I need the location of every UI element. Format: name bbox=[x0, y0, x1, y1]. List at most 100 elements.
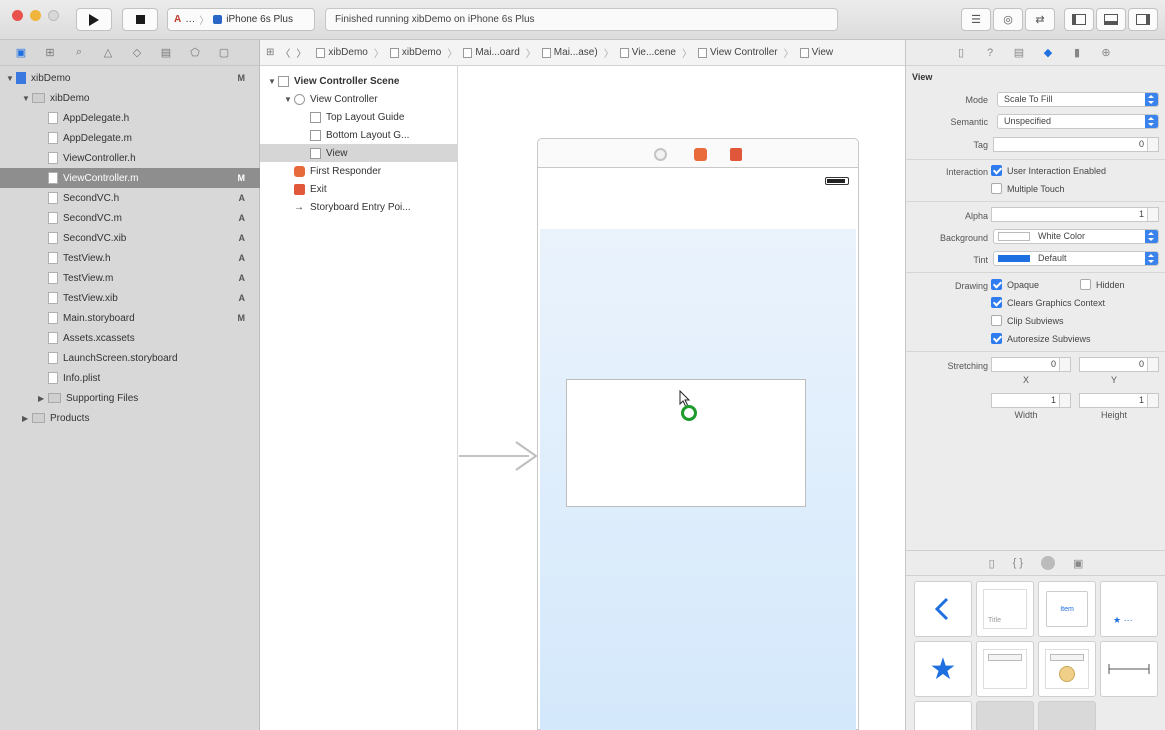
file-row[interactable]: LaunchScreen.storyboard bbox=[0, 348, 260, 368]
breadcrumb-item[interactable]: Vie...cene bbox=[619, 47, 676, 58]
tag-stepper[interactable] bbox=[1147, 138, 1158, 151]
file-row[interactable]: AppDelegate.h bbox=[0, 108, 260, 128]
stretch-width-stepper[interactable] bbox=[1059, 394, 1070, 407]
toggle-utilities-button[interactable] bbox=[1128, 8, 1158, 31]
file-row[interactable]: ▼ xibDemo bbox=[0, 88, 260, 108]
library-item-bar-button-item[interactable]: Item bbox=[1038, 581, 1096, 637]
toggle-navigator-button[interactable] bbox=[1064, 8, 1094, 31]
warning-icon[interactable]: △ bbox=[99, 46, 117, 60]
report-icon[interactable]: ▢ bbox=[215, 46, 233, 60]
code-snippet-icon[interactable]: { } bbox=[1013, 557, 1023, 569]
version-editor-button[interactable]: ⇄ bbox=[1025, 8, 1055, 31]
tint-popup[interactable]: Default bbox=[993, 251, 1159, 266]
breadcrumb-item[interactable]: xibDemo bbox=[316, 47, 368, 58]
file-row[interactable]: SecondVC.h A bbox=[0, 188, 260, 208]
help-inspector-icon[interactable]: ? bbox=[983, 46, 997, 60]
outline-row[interactable]: ▼ View Controller Scene bbox=[260, 72, 458, 90]
scheme-selector[interactable]: A … 〉 iPhone 6s Plus bbox=[167, 8, 315, 31]
file-row[interactable]: AppDelegate.m bbox=[0, 128, 260, 148]
clip-subviews-checkbox[interactable]: Clip Subviews bbox=[991, 315, 1064, 326]
tag-field[interactable]: 0 bbox=[993, 137, 1159, 152]
zoom-window-button[interactable] bbox=[48, 10, 59, 21]
library-item-fixed-space[interactable] bbox=[914, 701, 972, 730]
stretch-x-stepper[interactable] bbox=[1059, 358, 1070, 371]
stretch-y-field[interactable]: 0 bbox=[1079, 357, 1159, 372]
background-popup[interactable]: White Color bbox=[993, 229, 1159, 244]
outline-row[interactable]: View bbox=[260, 144, 458, 162]
breadcrumb-item[interactable]: View Controller bbox=[698, 47, 778, 58]
library-item-tab-bar-item[interactable]: ★ ⋯ bbox=[1100, 581, 1158, 637]
library-item-flexible-space[interactable] bbox=[1100, 641, 1158, 697]
disclosure-icon[interactable]: ▼ bbox=[6, 74, 16, 83]
breadcrumb-item[interactable]: View bbox=[799, 47, 833, 58]
folder-icon[interactable]: ▣ bbox=[12, 46, 30, 60]
assistant-editor-button[interactable]: ◎ bbox=[993, 8, 1023, 31]
clears-graphics-checkbox[interactable]: Clears Graphics Context bbox=[991, 297, 1105, 308]
breadcrumb-item[interactable]: Mai...ase) bbox=[541, 47, 598, 58]
disclosure-icon[interactable]: ▼ bbox=[284, 95, 294, 104]
stretch-height-field[interactable]: 1 bbox=[1079, 393, 1159, 408]
user-interaction-checkbox[interactable]: User Interaction Enabled bbox=[991, 165, 1106, 176]
file-row[interactable]: Assets.xcassets bbox=[0, 328, 260, 348]
identity-inspector-icon[interactable]: ▤ bbox=[1012, 46, 1026, 60]
outline-row[interactable]: Top Layout Guide bbox=[260, 108, 458, 126]
disclosure-icon[interactable]: ▼ bbox=[22, 94, 32, 103]
stretch-width-field[interactable]: 1 bbox=[991, 393, 1071, 408]
file-inspector-icon[interactable]: ▯ bbox=[954, 46, 968, 60]
library-item-navigation-bar[interactable]: Title bbox=[976, 581, 1034, 637]
library-item-star[interactable]: ★ bbox=[914, 641, 972, 697]
forward-chevron-icon[interactable]: 〉 bbox=[296, 45, 306, 60]
file-row[interactable]: SecondVC.m A bbox=[0, 208, 260, 228]
disclosure-icon[interactable]: ▼ bbox=[268, 77, 278, 86]
file-row[interactable]: ▶ Supporting Files bbox=[0, 388, 260, 408]
minimize-window-button[interactable] bbox=[30, 10, 41, 21]
stretch-y-stepper[interactable] bbox=[1147, 358, 1158, 371]
opaque-checkbox[interactable]: Opaque bbox=[991, 279, 1039, 290]
breadcrumb-item[interactable]: xibDemo bbox=[389, 47, 441, 58]
file-row[interactable]: ViewController.h bbox=[0, 148, 260, 168]
file-row[interactable]: ▼ xibDemo M bbox=[0, 68, 260, 88]
library-item-tab-bar[interactable] bbox=[1038, 701, 1096, 730]
file-row[interactable]: TestView.m A bbox=[0, 268, 260, 288]
file-row[interactable]: TestView.xib A bbox=[0, 288, 260, 308]
search-icon[interactable]: ⌕ bbox=[70, 46, 88, 60]
breadcrumb-item[interactable]: Mai...oard bbox=[463, 47, 520, 58]
file-row[interactable]: Main.storyboard M bbox=[0, 308, 260, 328]
file-row[interactable]: SecondVC.xib A bbox=[0, 228, 260, 248]
outline-row[interactable]: Bottom Layout G... bbox=[260, 126, 458, 144]
debug-icon[interactable]: ▤ bbox=[157, 46, 175, 60]
stretch-height-stepper[interactable] bbox=[1147, 394, 1158, 407]
outline-row[interactable]: ▼ View Controller bbox=[260, 90, 458, 108]
outline-row[interactable]: First Responder bbox=[260, 162, 458, 180]
hidden-checkbox[interactable]: Hidden bbox=[1080, 279, 1125, 290]
file-row[interactable]: Info.plist bbox=[0, 368, 260, 388]
back-chevron-icon[interactable]: 〈 bbox=[280, 45, 290, 60]
stop-button[interactable] bbox=[122, 8, 158, 31]
scene-dock[interactable] bbox=[537, 138, 859, 168]
close-window-button[interactable] bbox=[12, 10, 23, 21]
mode-popup[interactable]: Scale To Fill bbox=[997, 92, 1159, 107]
related-items-icon[interactable]: ⊞ bbox=[266, 47, 274, 58]
outline-row[interactable]: Exit bbox=[260, 180, 458, 198]
alpha-field[interactable]: 1 bbox=[991, 207, 1159, 222]
stretch-x-field[interactable]: 0 bbox=[991, 357, 1071, 372]
entry-point-arrow-icon[interactable] bbox=[510, 440, 540, 472]
library-item-toolbar[interactable] bbox=[976, 701, 1034, 730]
file-row[interactable]: ▶ Products bbox=[0, 408, 260, 428]
file-template-icon[interactable]: ▯ bbox=[989, 557, 995, 570]
semantic-popup[interactable]: Unspecified bbox=[997, 114, 1159, 129]
exit-icon[interactable] bbox=[730, 148, 742, 161]
outline-row[interactable]: → Storyboard Entry Poi... bbox=[260, 198, 458, 216]
size-inspector-icon[interactable]: ▮ bbox=[1070, 46, 1084, 60]
disclosure-icon[interactable]: ▶ bbox=[22, 414, 32, 423]
media-library-icon[interactable]: ▣ bbox=[1073, 557, 1083, 570]
view-controller-icon[interactable] bbox=[654, 148, 667, 161]
library-item-search-bar[interactable] bbox=[976, 641, 1034, 697]
file-row[interactable]: TestView.h A bbox=[0, 248, 260, 268]
alpha-stepper[interactable] bbox=[1147, 208, 1158, 221]
connections-inspector-icon[interactable]: ⊕ bbox=[1099, 46, 1113, 60]
autoresize-checkbox[interactable]: Autoresize Subviews bbox=[991, 333, 1091, 344]
source-control-icon[interactable]: ⊞ bbox=[41, 46, 59, 60]
toggle-debug-button[interactable] bbox=[1096, 8, 1126, 31]
test-icon[interactable]: ◇ bbox=[128, 46, 146, 60]
